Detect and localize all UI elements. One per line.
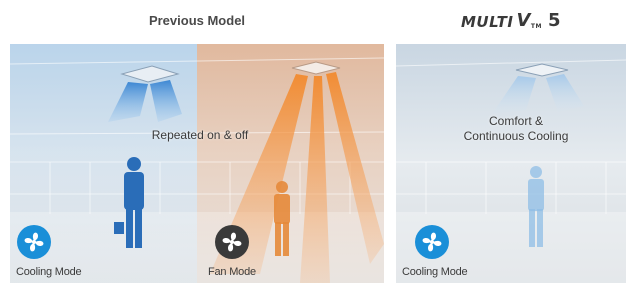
logo-tm-text: TM — [530, 22, 542, 30]
comfort-text-line1: Comfort & — [488, 114, 543, 128]
cooling-mode-label-left: Cooling Mode — [16, 266, 82, 278]
logo-v-text: V — [516, 9, 531, 31]
cooling-fan-icon — [415, 225, 449, 259]
logo-multi-text: MULTI — [460, 12, 514, 31]
fan-icon — [215, 225, 249, 259]
previous-model-illustration — [10, 44, 384, 283]
multi-v5-logo: MULTI V TM 5 — [461, 10, 561, 31]
fan-mode-label: Fan Mode — [208, 266, 256, 278]
cooling-fan-icon — [17, 225, 51, 259]
repeated-on-off-text: Repeated on & off — [151, 128, 249, 142]
cooling-mode-label-right: Cooling Mode — [402, 266, 468, 278]
comfort-text-block: Comfort & Continuous Cooling — [436, 114, 596, 144]
previous-model-scene: Repeated on & off Cooling Mode Fan Mode — [10, 44, 384, 283]
previous-model-title: Previous Model — [148, 12, 246, 28]
logo-version-text: 5 — [547, 9, 562, 31]
comparison-figure: Previous Model MULTI V TM 5 Repeated on … — [0, 0, 636, 285]
multi-v5-scene: Comfort & Continuous Cooling Cooling Mod… — [396, 44, 626, 283]
previous-model-heading: Previous Model — [10, 0, 384, 40]
multi-v5-heading: MULTI V TM 5 — [396, 0, 626, 40]
comfort-text-line2: Continuous Cooling — [463, 129, 569, 143]
